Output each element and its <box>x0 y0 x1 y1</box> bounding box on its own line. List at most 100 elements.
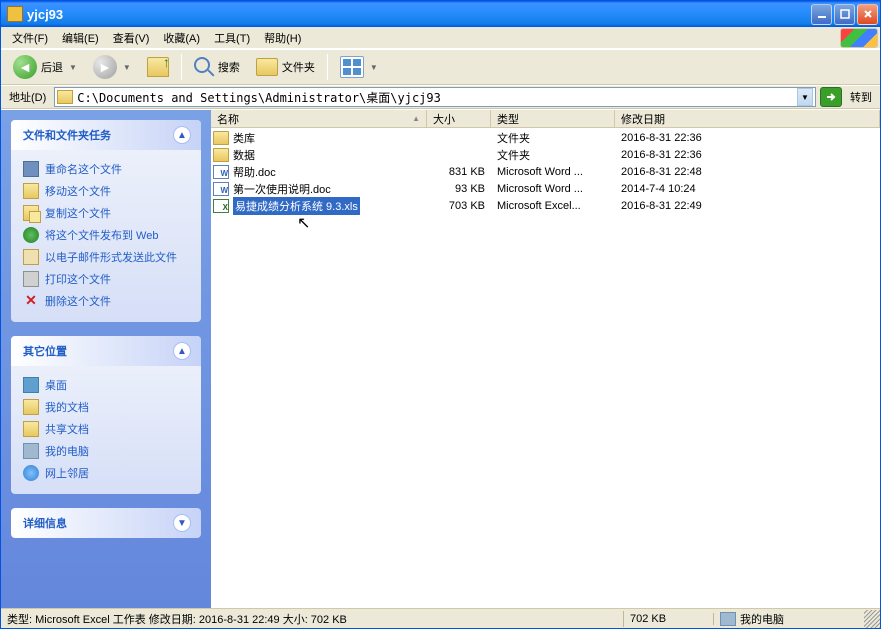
task-link[interactable]: ✕删除这个文件 <box>23 290 191 312</box>
menu-edit[interactable]: 编辑(E) <box>55 28 106 48</box>
menu-favorites[interactable]: 收藏(A) <box>156 28 207 48</box>
folder-icon <box>213 148 229 162</box>
resize-grip[interactable] <box>864 610 880 628</box>
task-link[interactable]: 共享文档 <box>23 418 191 440</box>
address-combo[interactable]: C:\Documents and Settings\Administrator\… <box>54 87 816 107</box>
file-rows[interactable]: 类库文件夹2016-8-31 22:36数据文件夹2016-8-31 22:36… <box>211 128 880 608</box>
collapse-button[interactable]: ▲ <box>173 342 191 360</box>
task-link[interactable]: 我的文档 <box>23 396 191 418</box>
task-link-label: 复制这个文件 <box>45 205 111 221</box>
search-label: 搜索 <box>218 59 240 75</box>
task-link-label: 我的电脑 <box>45 443 89 459</box>
other-places-body: 桌面我的文档共享文档我的电脑网上邻居 <box>11 366 201 494</box>
file-tasks-body: 重命名这个文件移动这个文件复制这个文件将这个文件发布到 Web 以电子邮件形式发送… <box>11 150 201 322</box>
task-link-label: 重命名这个文件 <box>45 161 122 177</box>
back-arrow-icon: ◄ <box>13 55 37 79</box>
address-dropdown-button[interactable]: ▼ <box>797 88 813 106</box>
file-row[interactable]: 类库文件夹2016-8-31 22:36 <box>211 129 880 146</box>
folder-icon <box>7 6 23 22</box>
task-link[interactable]: 重命名这个文件 <box>23 158 191 180</box>
expand-button[interactable]: ▼ <box>173 514 191 532</box>
computer-icon <box>720 612 736 626</box>
file-name: 易捷成绩分析系统 9.3.xls <box>233 197 360 215</box>
rename-icon <box>23 161 39 177</box>
folder-icon <box>57 90 73 104</box>
file-date: 2016-8-31 22:36 <box>615 149 880 161</box>
menu-file[interactable]: 文件(F) <box>5 28 55 48</box>
search-button[interactable]: 搜索 <box>188 52 246 82</box>
task-link[interactable]: 桌面 <box>23 374 191 396</box>
column-date-label: 修改日期 <box>621 111 665 127</box>
status-location: 我的电脑 <box>714 611 864 627</box>
status-size: 702 KB <box>624 613 714 625</box>
close-button[interactable] <box>857 4 878 25</box>
menu-view[interactable]: 查看(V) <box>106 28 157 48</box>
file-row[interactable]: 第一次使用说明.doc93 KBMicrosoft Word ...2014-7… <box>211 180 880 197</box>
column-date-header[interactable]: 修改日期 <box>615 110 880 127</box>
minimize-icon <box>817 9 827 19</box>
details-title: 详细信息 <box>23 515 67 531</box>
copy-icon <box>23 205 39 221</box>
file-size: 93 KB <box>427 183 491 195</box>
folders-label: 文件夹 <box>282 59 315 75</box>
details-header[interactable]: 详细信息 ▼ <box>11 508 201 538</box>
menubar: 文件(F) 编辑(E) 查看(V) 收藏(A) 工具(T) 帮助(H) <box>1 27 880 49</box>
file-type: 文件夹 <box>491 147 615 163</box>
task-link[interactable]: 以电子邮件形式发送此文件 <box>23 246 191 268</box>
task-link[interactable]: 网上邻居 <box>23 462 191 484</box>
file-row[interactable]: 易捷成绩分析系统 9.3.xls 703 KBMicrosoft Excel...… <box>211 197 880 214</box>
minimize-button[interactable] <box>811 4 832 25</box>
task-link[interactable]: 移动这个文件 <box>23 180 191 202</box>
explorer-window: yjcj93 文件(F) 编辑(E) 查看(V) 收藏(A) 工具(T) 帮助(… <box>0 0 881 629</box>
other-places-header[interactable]: 其它位置 ▲ <box>11 336 201 366</box>
maximize-button[interactable] <box>834 4 855 25</box>
task-link-label: 网上邻居 <box>45 465 89 481</box>
column-name-header[interactable]: 名称 ▲ <box>211 110 427 127</box>
column-size-header[interactable]: 大小 <box>427 110 491 127</box>
column-type-header[interactable]: 类型 <box>491 110 615 127</box>
task-link-label: 将这个文件发布到 Web <box>45 227 158 243</box>
file-size: 703 KB <box>427 200 491 212</box>
column-size-label: 大小 <box>433 111 455 127</box>
task-link-label: 打印这个文件 <box>45 271 111 287</box>
back-button[interactable]: ◄ 后退 ▼ <box>7 52 83 82</box>
column-headers: 名称 ▲ 大小 类型 修改日期 <box>211 110 880 128</box>
file-row[interactable]: 数据文件夹2016-8-31 22:36 <box>211 146 880 163</box>
file-tasks-panel: 文件和文件夹任务 ▲ 重命名这个文件移动这个文件复制这个文件将这个文件发布到 W… <box>11 120 201 322</box>
task-link[interactable]: 将这个文件发布到 Web <box>23 224 191 246</box>
task-link[interactable]: 复制这个文件 <box>23 202 191 224</box>
chevron-down-icon: ▼ <box>370 63 378 72</box>
menu-help[interactable]: 帮助(H) <box>257 28 308 48</box>
file-tasks-header[interactable]: 文件和文件夹任务 ▲ <box>11 120 201 150</box>
file-type: 文件夹 <box>491 130 615 146</box>
print-icon <box>23 271 39 287</box>
go-button[interactable] <box>820 87 842 107</box>
main-area: 文件和文件夹任务 ▲ 重命名这个文件移动这个文件复制这个文件将这个文件发布到 W… <box>1 109 880 608</box>
folders-button[interactable]: 文件夹 <box>250 52 321 82</box>
task-link[interactable]: 我的电脑 <box>23 440 191 462</box>
file-name: 类库 <box>233 130 255 146</box>
network-icon <box>23 465 39 481</box>
file-date: 2016-8-31 22:48 <box>615 166 880 178</box>
other-places-title: 其它位置 <box>23 343 67 359</box>
file-row[interactable]: 帮助.doc831 KBMicrosoft Word ...2016-8-31 … <box>211 163 880 180</box>
addressbar: 地址(D) C:\Documents and Settings\Administ… <box>1 85 880 109</box>
collapse-button[interactable]: ▲ <box>173 126 191 144</box>
tasks-sidepanel: 文件和文件夹任务 ▲ 重命名这个文件移动这个文件复制这个文件将这个文件发布到 W… <box>1 110 211 608</box>
views-button[interactable]: ▼ <box>334 52 384 82</box>
up-button[interactable] <box>141 52 175 82</box>
address-path: C:\Documents and Settings\Administrator\… <box>77 89 797 106</box>
file-name: 第一次使用说明.doc <box>233 181 331 197</box>
titlebar[interactable]: yjcj93 <box>1 1 880 27</box>
file-date: 2014-7-4 10:24 <box>615 183 880 195</box>
forward-button[interactable]: ► ▼ <box>87 52 137 82</box>
go-arrow-icon <box>825 91 837 103</box>
views-icon <box>340 56 364 78</box>
menu-tools[interactable]: 工具(T) <box>207 28 257 48</box>
task-link[interactable]: 打印这个文件 <box>23 268 191 290</box>
column-name-label: 名称 <box>217 111 239 127</box>
file-list: 名称 ▲ 大小 类型 修改日期 类库文件夹2016-8-31 22:36数据文件… <box>211 110 880 608</box>
windows-logo-icon <box>840 28 878 48</box>
xls-icon <box>213 199 229 213</box>
file-type: Microsoft Excel... <box>491 200 615 212</box>
